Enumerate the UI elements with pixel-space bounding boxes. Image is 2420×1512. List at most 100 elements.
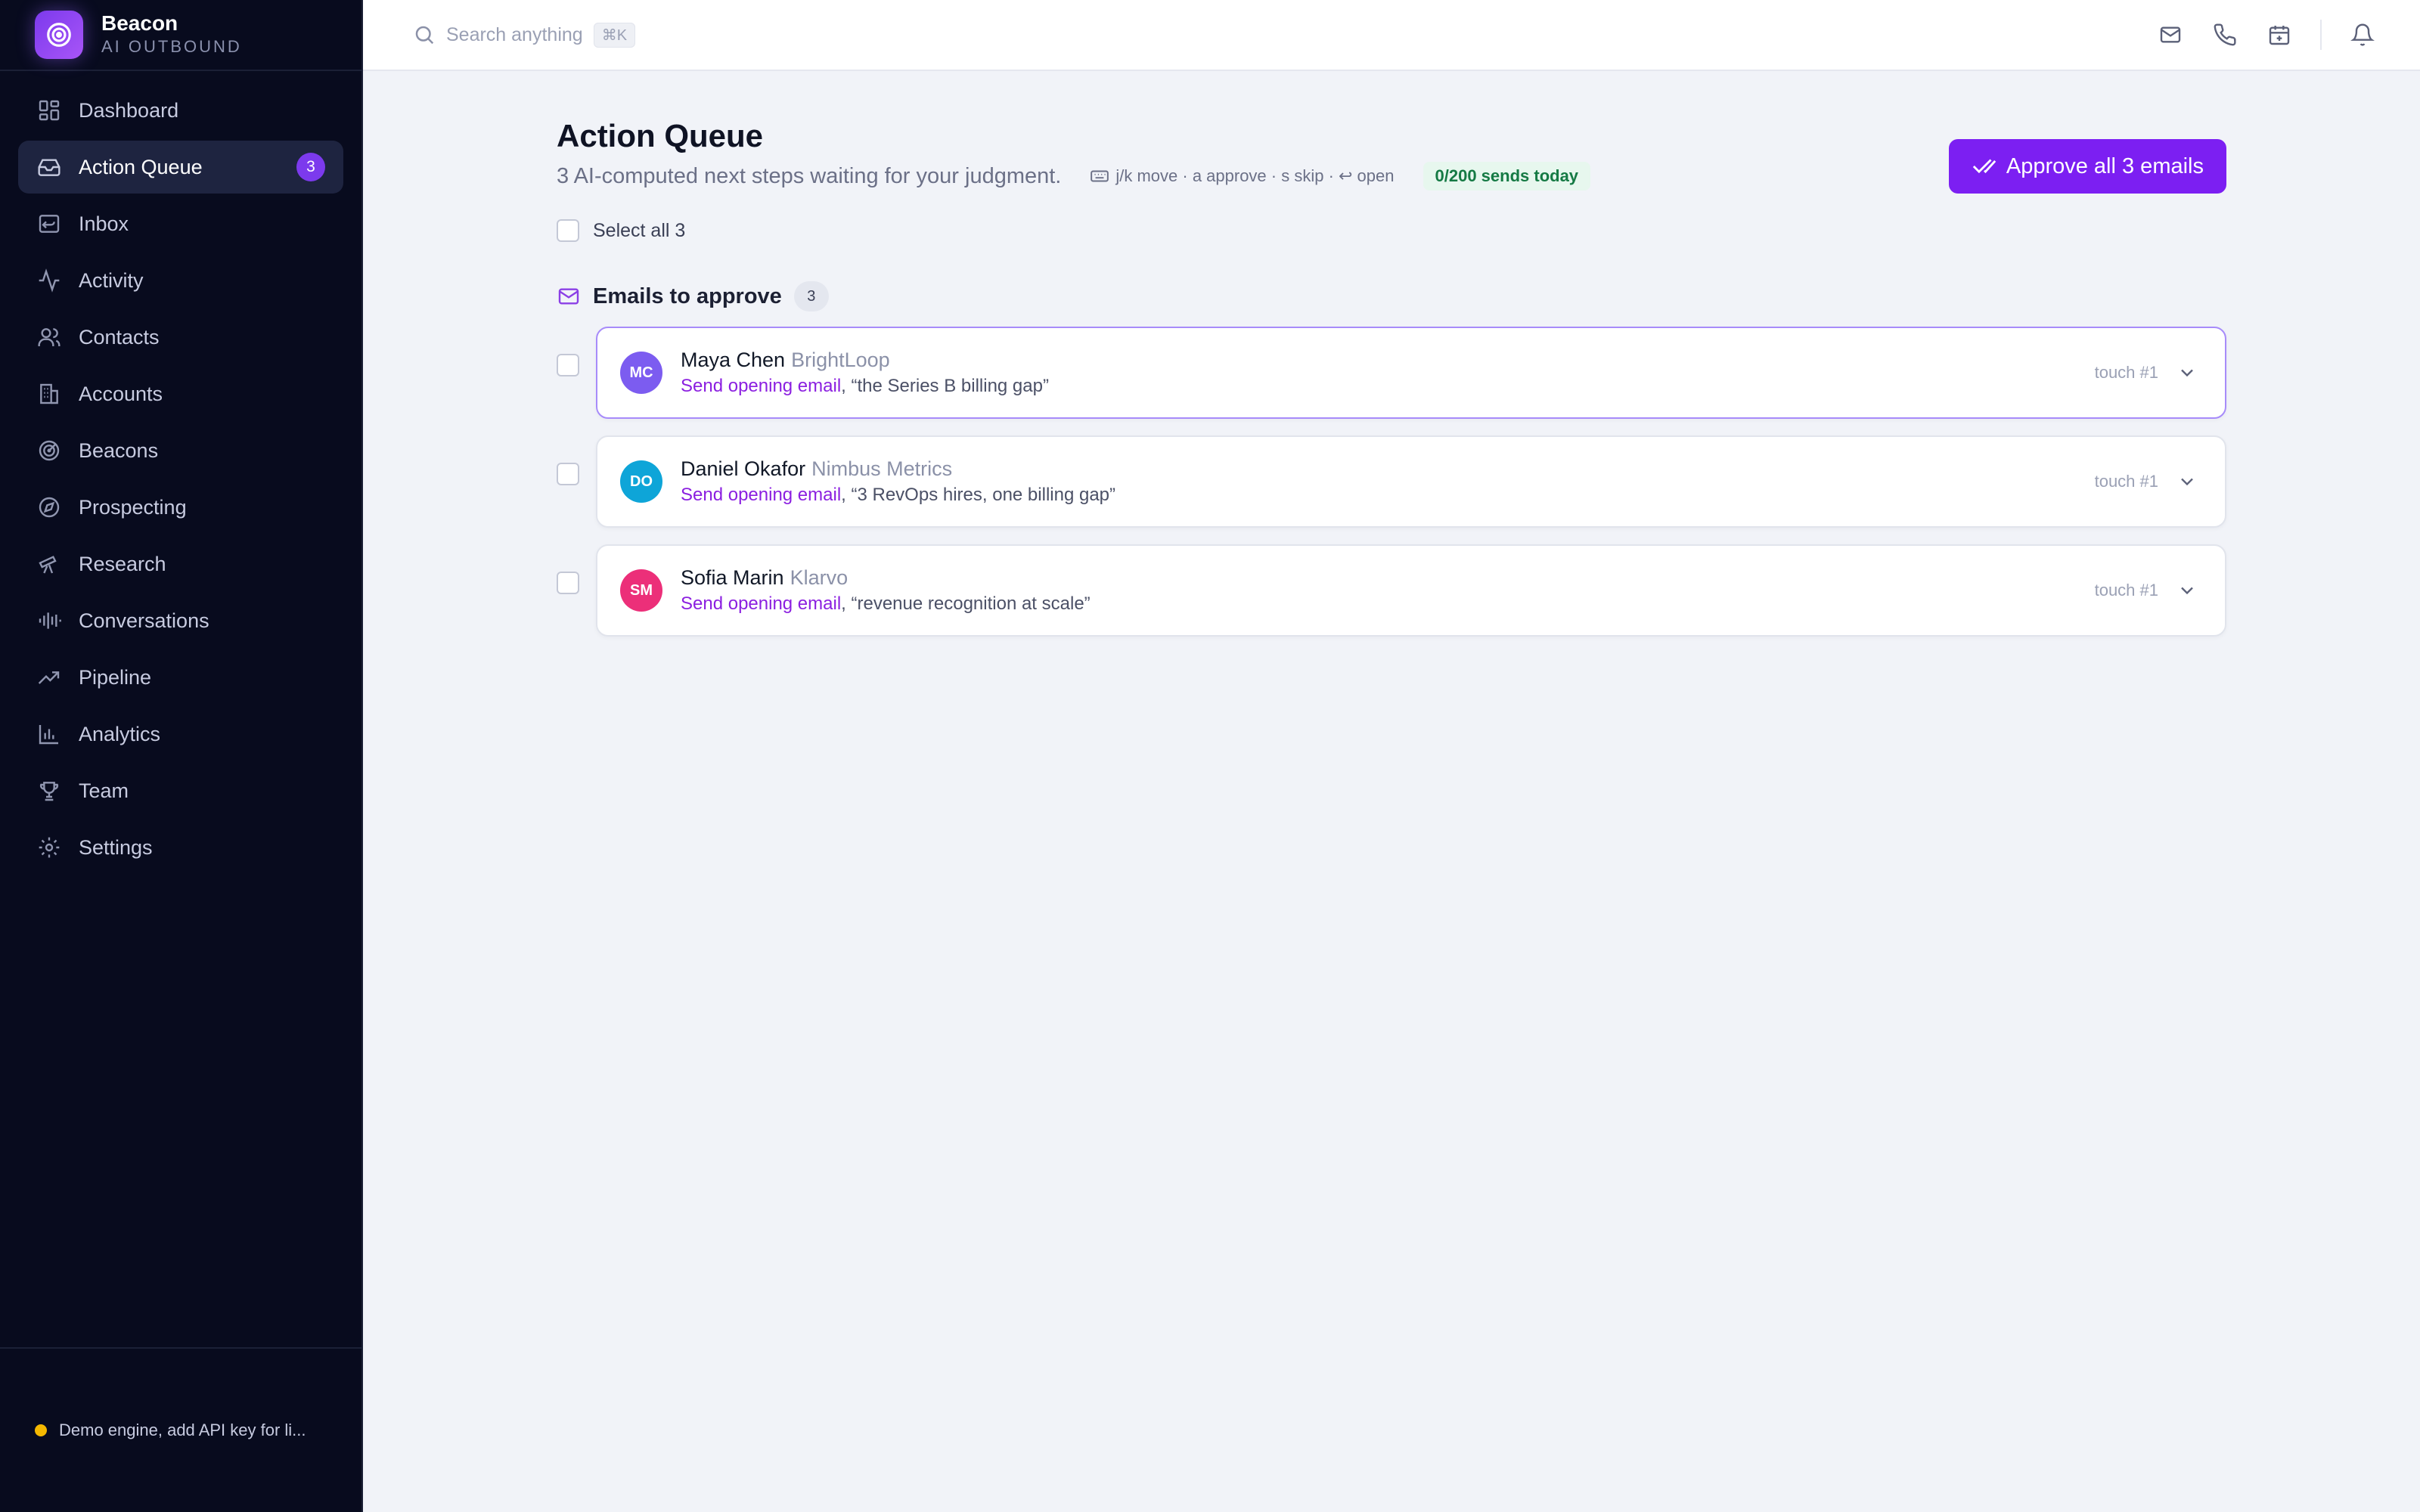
list-item: MC Maya Chen BrightLoop Send opening emai… <box>557 327 2226 419</box>
row-checkbox[interactable] <box>557 354 579 376</box>
engine-status-text: Demo engine, add API key for li... <box>59 1421 306 1439</box>
users-icon <box>36 324 62 350</box>
sidebar-item-label: Activity <box>79 268 144 292</box>
phone-icon[interactable] <box>2211 21 2238 48</box>
sidebar-item-inbox[interactable]: Inbox <box>18 197 343 250</box>
sidebar-item-analytics[interactable]: Analytics <box>18 708 343 761</box>
radar-icon <box>36 438 62 463</box>
company-name: Klarvo <box>790 566 849 589</box>
queue-card[interactable]: DO Daniel Okafor Nimbus Metrics Send open… <box>596 435 2226 528</box>
action-label: Send opening email <box>681 593 842 614</box>
sidebar-item-label: Prospecting <box>79 495 187 519</box>
sidebar-item-action-queue[interactable]: Action Queue 3 <box>18 141 343 194</box>
sidebar-item-label: Research <box>79 552 166 575</box>
sidebar-item-prospecting[interactable]: Prospecting <box>18 481 343 534</box>
mail-icon[interactable] <box>2157 21 2184 48</box>
action-detail: , “3 RevOps hires, one billing gap” <box>841 485 1116 505</box>
trophy-icon <box>36 778 62 804</box>
sidebar-item-contacts[interactable]: Contacts <box>18 311 343 364</box>
calendar-plus-icon[interactable] <box>2266 21 2293 48</box>
action-detail: , “revenue recognition at scale” <box>841 593 1091 614</box>
dashboard-icon <box>36 98 62 123</box>
bar-chart-icon <box>36 721 62 747</box>
sidebar-item-label: Pipeline <box>79 665 152 689</box>
chevron-down-icon[interactable] <box>2176 362 2198 383</box>
avatar: MC <box>620 352 662 394</box>
company-name: Nimbus Metrics <box>811 457 953 480</box>
search-input[interactable]: Search anything ⌘K <box>413 22 636 48</box>
audio-lines-icon <box>36 608 62 634</box>
brand-subtitle: AI OUTBOUND <box>101 37 242 56</box>
select-all-checkbox[interactable] <box>557 219 579 242</box>
chevron-down-icon[interactable] <box>2176 580 2198 601</box>
row-checkbox[interactable] <box>557 572 579 594</box>
avatar: DO <box>620 460 662 503</box>
email-queue-list: MC Maya Chen BrightLoop Send opening emai… <box>557 327 2226 637</box>
page-subtitle: 3 AI-computed next steps waiting for you… <box>557 163 1062 188</box>
mail-icon <box>558 288 579 305</box>
action-detail: , “the Series B billing gap” <box>841 376 1049 396</box>
sidebar-item-label: Beacons <box>79 438 159 462</box>
queue-count-badge: 3 <box>296 153 325 181</box>
contact-name: Maya Chen <box>681 349 786 371</box>
engine-status: Demo engine, add API key for li... <box>0 1347 361 1512</box>
chevron-down-icon[interactable] <box>2176 471 2198 492</box>
sidebar-item-label: Action Queue <box>79 155 203 178</box>
queue-card[interactable]: MC Maya Chen BrightLoop Send opening emai… <box>596 327 2226 419</box>
activity-icon <box>36 268 62 293</box>
topbar-divider <box>2320 20 2322 50</box>
touch-label: touch #1 <box>2094 363 2158 382</box>
approve-all-label: Approve all 3 emails <box>2006 153 2204 178</box>
keyboard-icon <box>1091 170 1109 182</box>
sends-today-badge: 0/200 sends today <box>1423 162 1591 191</box>
contact-name: Daniel Okafor <box>681 457 806 480</box>
action-label: Send opening email <box>681 485 842 505</box>
action-queue-page: Action Queue 3 AI-computed next steps wa… <box>557 113 2226 653</box>
list-item: SM Sofia Marin Klarvo Send opening email,… <box>557 544 2226 637</box>
emails-section-header: Emails to approve 3 <box>557 281 2226 311</box>
sidebar-item-settings[interactable]: Settings <box>18 821 343 874</box>
telescope-icon <box>36 551 62 577</box>
sidebar-item-label: Contacts <box>79 325 160 349</box>
select-all-label: Select all 3 <box>593 219 686 241</box>
approve-all-button[interactable]: Approve all 3 emails <box>1948 139 2226 194</box>
touch-label: touch #1 <box>2094 581 2158 600</box>
search-icon <box>415 26 434 45</box>
touch-label: touch #1 <box>2094 472 2158 491</box>
compass-icon <box>36 494 62 520</box>
sidebar-item-conversations[interactable]: Conversations <box>18 594 343 647</box>
action-label: Send opening email <box>681 376 842 396</box>
building-icon <box>36 381 62 407</box>
sidebar: Beacon AI OUTBOUND Dashboard Action Queu… <box>0 0 363 1512</box>
brand-name: Beacon <box>101 11 178 35</box>
keyboard-shortcuts-hint: j/k move · a approve · s skip · ↩ open <box>1090 166 1395 186</box>
sidebar-item-activity[interactable]: Activity <box>18 254 343 307</box>
sidebar-item-accounts[interactable]: Accounts <box>18 367 343 420</box>
sidebar-item-research[interactable]: Research <box>18 538 343 590</box>
status-dot <box>35 1424 47 1436</box>
sidebar-item-pipeline[interactable]: Pipeline <box>18 651 343 704</box>
queue-card[interactable]: SM Sofia Marin Klarvo Send opening email,… <box>596 544 2226 637</box>
contact-name: Sofia Marin <box>681 566 784 589</box>
select-all-row[interactable]: Select all 3 <box>557 219 2226 242</box>
sidebar-item-label: Settings <box>79 835 153 859</box>
double-check-icon <box>1972 159 1996 174</box>
sidebar-item-beacons[interactable]: Beacons <box>18 424 343 477</box>
section-title: Emails to approve <box>593 284 782 308</box>
row-checkbox[interactable] <box>557 463 579 485</box>
sidebar-item-dashboard[interactable]: Dashboard <box>18 84 343 137</box>
shortcuts-text: j/k move · a approve · s skip · ↩ open <box>1115 166 1395 185</box>
sidebar-item-label: Analytics <box>79 722 161 745</box>
sidebar-item-team[interactable]: Team <box>18 764 343 817</box>
list-item: DO Daniel Okafor Nimbus Metrics Send open… <box>557 435 2226 528</box>
sidebar-item-label: Conversations <box>79 609 209 632</box>
bell-icon[interactable] <box>2349 21 2376 48</box>
sidebar-item-label: Dashboard <box>79 98 179 122</box>
company-name: BrightLoop <box>791 349 890 371</box>
gear-icon <box>36 835 62 860</box>
trending-up-icon <box>36 665 62 690</box>
brand[interactable]: Beacon AI OUTBOUND <box>0 0 361 71</box>
sidebar-item-label: Team <box>79 779 129 802</box>
section-count-badge: 3 <box>793 281 829 311</box>
inbox-reply-icon <box>36 211 62 237</box>
